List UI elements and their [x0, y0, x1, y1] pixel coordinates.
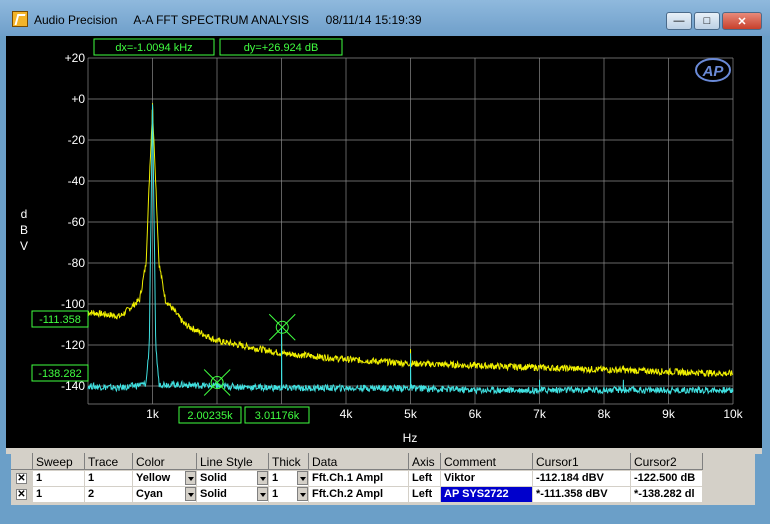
dropdown-arrow-icon[interactable]: [185, 471, 196, 485]
table-cell-cursor2[interactable]: -122.500 dB: [631, 471, 702, 486]
cursor2-x-readout: 2.00235k: [187, 410, 233, 422]
y-tick-label: -100: [61, 297, 85, 311]
table-cell-cursor2[interactable]: *-138.282 dl: [631, 487, 702, 502]
table-header-axis[interactable]: Axis: [409, 453, 441, 470]
x-axis-label: Hz: [403, 431, 418, 445]
trace-table: Sweep Trace Color Line Style Thick Data Axis Co…: [11, 453, 755, 505]
table-cell-trace[interactable]: 1: [85, 471, 132, 486]
table-cell-data[interactable]: Fft.Ch.1 Ampl: [309, 471, 408, 486]
table-header-data[interactable]: Data: [309, 453, 409, 470]
row-checkbox[interactable]: ✕: [16, 489, 27, 500]
table-cell-sweep[interactable]: 1: [33, 471, 84, 486]
table-header-corner: [11, 453, 33, 470]
table-header-line-style[interactable]: Line Style: [197, 453, 269, 470]
dropdown-arrow-icon[interactable]: [257, 487, 268, 501]
window-footer: [0, 507, 770, 524]
table-header-cursor1[interactable]: Cursor1: [533, 453, 631, 470]
dy-readout: dy=+26.924 dB: [244, 42, 319, 54]
y-axis-ticks: +20+0-20-40-60-80-100-120-140: [61, 51, 85, 393]
x-tick-label: 4k: [340, 407, 354, 421]
table-header-trace[interactable]: Trace: [85, 453, 133, 470]
table-cell-comment[interactable]: AP SYS2722: [441, 487, 532, 502]
fft-spectrum-chart[interactable]: +20+0-20-40-60-80-100-120-140 1k2k3k4k5k…: [0, 0, 770, 524]
x-tick-label: 8k: [598, 407, 612, 421]
cursor1-y-readout: -111.358: [39, 314, 81, 326]
x-tick-label: 9k: [662, 407, 676, 421]
table-cell-cursor1[interactable]: -112.184 dBV: [533, 471, 630, 486]
table-cell-trace[interactable]: 2: [85, 487, 132, 502]
table-cell-comment[interactable]: Viktor: [441, 471, 532, 486]
dx-readout: dx=-1.0094 kHz: [115, 42, 192, 54]
y-tick-label: -20: [68, 133, 86, 147]
dropdown-arrow-icon[interactable]: [297, 471, 308, 485]
table-header-comment[interactable]: Comment: [441, 453, 533, 470]
x-tick-label: 6k: [469, 407, 483, 421]
y-axis-label: dBV: [20, 207, 28, 253]
row-checkbox[interactable]: ✕: [16, 473, 27, 484]
x-tick-label: 1k: [146, 407, 160, 421]
dropdown-arrow-icon[interactable]: [297, 487, 308, 501]
table-cell-axis[interactable]: Left: [409, 471, 440, 486]
table-cell-cursor1[interactable]: *-111.358 dBV: [533, 487, 630, 502]
y-tick-label: -80: [68, 256, 86, 270]
y-tick-label: +20: [65, 51, 86, 65]
y-tick-label: -40: [68, 174, 86, 188]
x-tick-label: 7k: [533, 407, 547, 421]
y-tick-label: -120: [61, 338, 85, 352]
cursor1-x-readout: 3.01176k: [255, 410, 300, 422]
y-tick-label: -60: [68, 215, 86, 229]
table-cell-sweep[interactable]: 1: [33, 487, 84, 502]
cursor2-y-readout: -138.282: [38, 368, 81, 380]
table-header-cursor2[interactable]: Cursor2: [631, 453, 703, 470]
table-header-color[interactable]: Color: [133, 453, 197, 470]
table-cell-axis[interactable]: Left: [409, 487, 440, 502]
x-tick-label: 5k: [404, 407, 418, 421]
y-tick-label: +0: [71, 92, 85, 106]
ap-logo-text: AP: [702, 63, 725, 80]
table-header-thick[interactable]: Thick: [269, 453, 309, 470]
table-header-sweep[interactable]: Sweep: [33, 453, 85, 470]
dropdown-arrow-icon[interactable]: [185, 487, 196, 501]
table-cell-data[interactable]: Fft.Ch.2 Ampl: [309, 487, 408, 502]
dropdown-arrow-icon[interactable]: [257, 471, 268, 485]
x-tick-label: 10k: [723, 407, 743, 421]
